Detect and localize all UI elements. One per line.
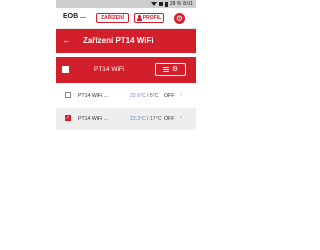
- group-label: PT14 WiFi: [94, 66, 125, 73]
- list-icon: [162, 67, 169, 72]
- device-header: ← Zařízení PT14 WiFi: [56, 29, 196, 53]
- setpoint-value: 17°C: [149, 116, 162, 122]
- setpoint-temp: / 17°C: [147, 116, 162, 122]
- clock: 8:01: [183, 1, 193, 7]
- measured-temp: 22.3°C: [130, 116, 146, 122]
- signal-icon: [158, 2, 163, 6]
- status-icons: 28 % 8:01: [150, 0, 193, 8]
- device-row[interactable]: ✓ PT14 WiFi ... 22.3°C / 17°C OFF ›: [56, 108, 196, 130]
- chevron-right-icon: ›: [180, 92, 182, 98]
- tab-devices-label: ZAŘÍZENÍ: [100, 15, 125, 21]
- row-checkbox[interactable]: [65, 92, 71, 98]
- row-checkbox[interactable]: ✓: [65, 115, 71, 121]
- device-name: PT14 WiFi ...: [78, 116, 108, 122]
- page-title: Zařízení PT14 WiFi: [83, 36, 154, 45]
- device-name: PT14 WiFi ...: [78, 93, 108, 99]
- select-all-checkbox[interactable]: [62, 66, 69, 73]
- device-row[interactable]: PT14 WiFi ... 22.6°C / 5°C OFF ›: [56, 85, 196, 107]
- gear-icon[interactable]: ⚙: [174, 13, 185, 24]
- check-icon: ✓: [65, 115, 71, 121]
- cog-icon: ⚙: [171, 65, 179, 73]
- wifi-icon: [150, 2, 157, 6]
- tab-profile-label: PROFIL: [142, 15, 162, 21]
- app-bar: EOB ... ZAŘÍZENÍ PROFIL ⚙: [56, 8, 196, 29]
- status-bar: 28 % 8:01: [56, 0, 196, 8]
- group-bar: PT14 WiFi ⚙: [56, 57, 196, 83]
- tab-devices[interactable]: ZAŘÍZENÍ: [96, 13, 129, 23]
- battery-percent: 28 %: [169, 1, 182, 7]
- device-state: OFF: [164, 93, 175, 99]
- device-state: OFF: [164, 116, 175, 122]
- phone-screen: 28 % 8:01 EOB ... ZAŘÍZENÍ PROFIL ⚙ ← Za…: [56, 0, 196, 250]
- back-arrow-icon[interactable]: ←: [62, 35, 71, 45]
- group-settings-button[interactable]: ⚙: [155, 63, 186, 76]
- person-icon: [137, 15, 142, 21]
- chevron-right-icon: ›: [180, 115, 182, 121]
- app-title: EOB ...: [63, 13, 86, 20]
- setpoint-value: 5°C: [149, 93, 159, 99]
- setpoint-temp: / 5°C: [147, 93, 159, 99]
- measured-temp: 22.6°C: [130, 93, 146, 99]
- tab-profile[interactable]: PROFIL: [134, 13, 164, 23]
- battery-icon: [164, 1, 168, 7]
